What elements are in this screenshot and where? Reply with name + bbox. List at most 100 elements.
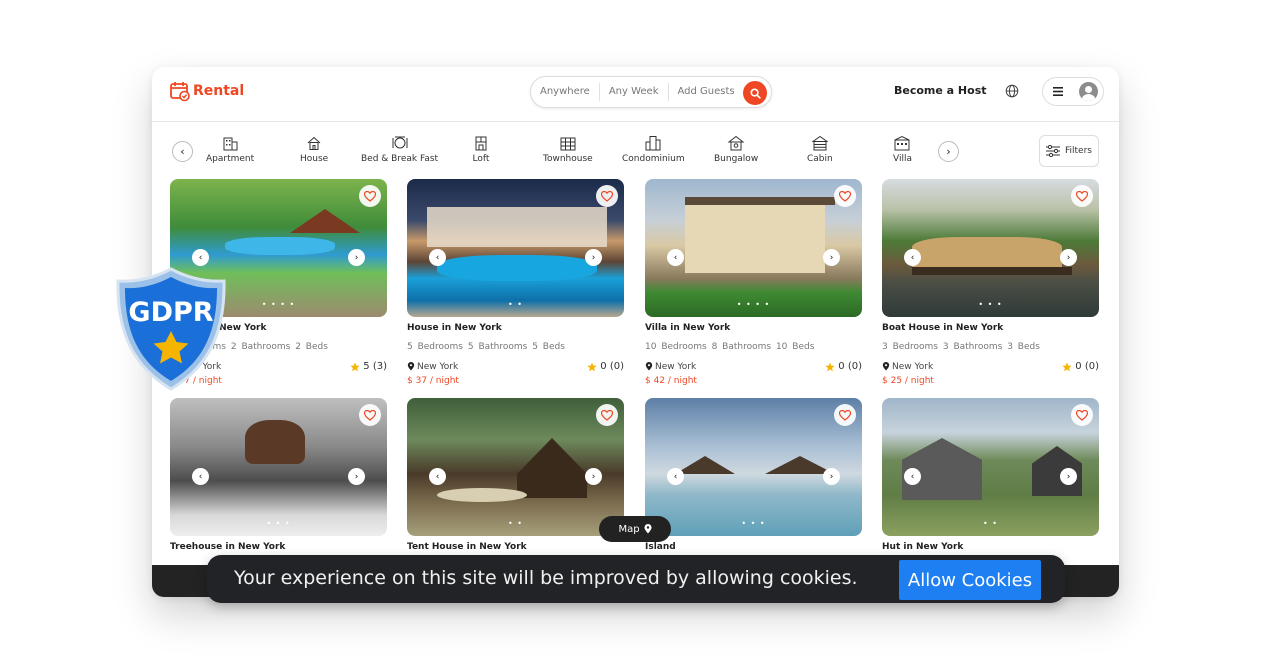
photo-prev-button[interactable]: ‹ (429, 249, 446, 266)
listing-card[interactable]: ‹ › • • Tent House in New York (407, 398, 624, 552)
photo-prev-button[interactable]: ‹ (192, 468, 209, 485)
category-bed-breakfast[interactable]: Bed & Break Fast (361, 135, 438, 164)
listing-photo-tenthouse[interactable]: ‹ › • • (407, 398, 624, 536)
listing-rating: 0 (0) (1062, 361, 1099, 372)
photo-next-button[interactable]: › (348, 468, 365, 485)
heart-icon[interactable] (359, 185, 381, 207)
photo-next-button[interactable]: › (585, 468, 602, 485)
category-label: Apartment (206, 154, 255, 164)
bungalow-icon (727, 135, 745, 151)
chevron-left-icon: ‹ (435, 252, 440, 263)
search-guests[interactable]: Add Guests (669, 83, 744, 101)
search-where[interactable]: Anywhere (531, 83, 600, 101)
carousel-dots: • • (983, 519, 998, 528)
chevron-left-icon: ‹ (910, 471, 915, 482)
listing-photo-boathouse[interactable]: ‹ › • • • (882, 179, 1099, 317)
carousel-dots: • • • • (736, 300, 771, 309)
carousel-dots: • • • (741, 519, 766, 528)
map-label: Map (618, 523, 640, 535)
location-pin-icon (645, 362, 653, 371)
loft-icon (475, 136, 487, 151)
heart-icon[interactable] (596, 404, 618, 426)
listing-price: $ 25 / night (882, 376, 934, 386)
category-label: Townhouse (543, 154, 593, 164)
globe-icon[interactable] (1005, 84, 1019, 98)
sliders-icon (1046, 145, 1060, 157)
heart-icon[interactable] (359, 404, 381, 426)
search-when[interactable]: Any Week (600, 83, 669, 101)
photo-next-button[interactable]: › (823, 468, 840, 485)
cookie-message: Your experience on this site will be imp… (234, 567, 858, 589)
photo-prev-button[interactable]: ‹ (429, 468, 446, 485)
apartment-icon (223, 137, 238, 151)
chevron-left-icon: ‹ (198, 252, 203, 263)
search-icon (749, 87, 761, 99)
listing-info-row: New York 0 (0) (407, 361, 624, 372)
listing-photo-hut[interactable]: ‹ › • • (882, 398, 1099, 536)
chevron-right-icon: › (591, 252, 596, 263)
photo-next-button[interactable]: › (585, 249, 602, 266)
listing-info-row: New York 0 (0) (882, 361, 1099, 372)
listing-photo-island[interactable]: ‹ › • • • (645, 398, 862, 536)
category-prev-button[interactable]: ‹ (172, 141, 193, 162)
listing-location: New York (407, 362, 458, 372)
photo-next-button[interactable]: › (1060, 468, 1077, 485)
user-menu-button[interactable] (1042, 77, 1104, 106)
photo-next-button[interactable]: › (348, 249, 365, 266)
category-villa[interactable]: Villa (893, 135, 912, 164)
category-label: House (300, 154, 329, 164)
listing-photo-villa[interactable]: ‹ › • • • • (645, 179, 862, 317)
chevron-right-icon: › (946, 145, 951, 158)
listing-card[interactable]: ‹ › • • • • Villa in New York 10 Bedroom… (645, 179, 862, 386)
listing-card[interactable]: ‹ › • • • Treehouse in New York (170, 398, 387, 552)
photo-next-button[interactable]: › (1060, 249, 1077, 266)
photo-prev-button[interactable]: ‹ (192, 249, 209, 266)
category-cabin[interactable]: Cabin (807, 135, 833, 164)
category-label: Bed & Break Fast (361, 154, 439, 164)
chevron-left-icon: ‹ (198, 471, 203, 482)
heart-icon[interactable] (834, 185, 856, 207)
listing-rating: 5 (3) (350, 361, 387, 372)
category-bungalow[interactable]: Bungalow (714, 135, 758, 164)
category-townhouse[interactable]: Townhouse (543, 135, 593, 164)
search-button[interactable] (743, 81, 767, 105)
category-label: Villa (893, 154, 912, 164)
search-bar[interactable]: Anywhere Any Week Add Guests (530, 76, 772, 108)
listing-card[interactable]: ‹ › • • House in New York 5 Bedrooms 5 B… (407, 179, 624, 386)
star-icon (825, 362, 835, 371)
category-condominium[interactable]: Condominium (622, 135, 685, 164)
listing-photo-treehouse[interactable]: ‹ › • • • (170, 398, 387, 536)
photo-prev-button[interactable]: ‹ (667, 249, 684, 266)
become-host-link[interactable]: Become a Host (894, 84, 987, 97)
photo-next-button[interactable]: › (823, 249, 840, 266)
heart-icon[interactable] (1071, 185, 1093, 207)
listing-card[interactable]: ‹ › • • • Boat House in New York 3 Bedro… (882, 179, 1099, 386)
star-icon (587, 362, 597, 371)
listing-photo-house[interactable]: ‹ › • • (407, 179, 624, 317)
listing-details: 5 Bedrooms 5 Bathrooms 5 Beds (407, 342, 565, 352)
category-next-button[interactable]: › (938, 141, 959, 162)
listing-title: House in New York (407, 323, 502, 333)
logo[interactable]: Rental (169, 80, 244, 102)
heart-icon[interactable] (596, 185, 618, 207)
listing-card[interactable]: ‹ › • • • Island (645, 398, 862, 552)
chevron-left-icon: ‹ (435, 471, 440, 482)
filters-button[interactable]: Filters (1039, 135, 1099, 167)
heart-icon[interactable] (1071, 404, 1093, 426)
allow-cookies-button[interactable]: Allow Cookies (899, 560, 1041, 600)
category-apartment[interactable]: Apartment (206, 135, 254, 164)
browser-window: Rental Anywhere Any Week Add Guests Beco… (152, 67, 1119, 597)
listing-title: Villa in New York (645, 323, 731, 333)
townhouse-icon (560, 137, 576, 151)
category-house[interactable]: House (300, 135, 328, 164)
photo-prev-button[interactable]: ‹ (667, 468, 684, 485)
listing-card[interactable]: ‹ › • • Hut in New York (882, 398, 1099, 552)
photo-prev-button[interactable]: ‹ (904, 468, 921, 485)
site-header: Rental Anywhere Any Week Add Guests Beco… (152, 67, 1119, 122)
map-button[interactable]: Map (599, 516, 671, 542)
chevron-right-icon: › (1066, 471, 1071, 482)
category-loft[interactable]: Loft (472, 135, 490, 164)
heart-icon[interactable] (834, 404, 856, 426)
calendar-check-icon (170, 82, 190, 102)
photo-prev-button[interactable]: ‹ (904, 249, 921, 266)
